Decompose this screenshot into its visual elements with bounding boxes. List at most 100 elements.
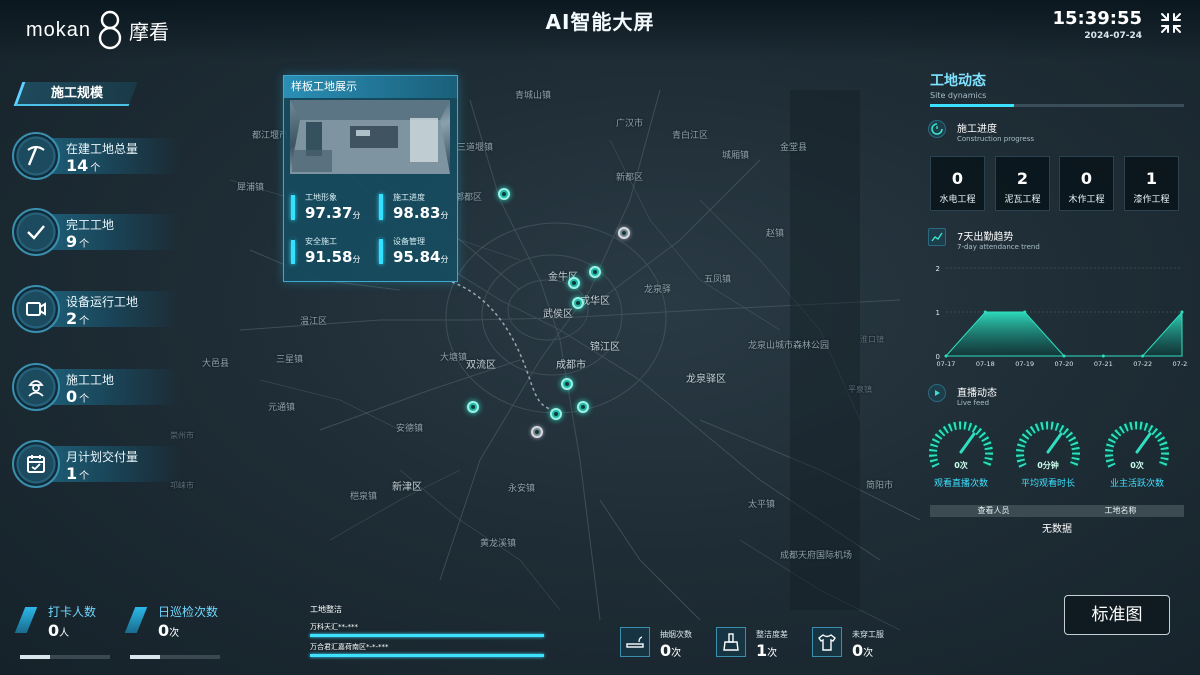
map-label: 锦江区: [590, 342, 620, 353]
stat-total-sites[interactable]: 在建工地总量 14 个: [12, 132, 180, 180]
stat-value: 2个: [66, 309, 90, 328]
x-tick-label: 07-22: [1133, 360, 1152, 368]
stat-value: 14 个: [66, 156, 101, 175]
attendance-chart[interactable]: 01207-1707-1807-1907-2007-2107-2207-23: [928, 258, 1188, 368]
gauge-live-views: 0次 观看直播次数: [926, 414, 996, 494]
site-marker[interactable]: [568, 277, 580, 289]
progress-icon: [928, 120, 946, 138]
exit-fullscreen-icon[interactable]: [1160, 12, 1182, 34]
play-icon: [928, 384, 946, 402]
map-label: 武侯区: [543, 309, 573, 320]
map-label: 太平镇: [748, 500, 776, 510]
stat-label: 设备运行工地: [66, 295, 139, 309]
stat-value: 0个: [66, 387, 90, 406]
clock: 15:39:55 2024-07-24: [1052, 8, 1142, 41]
data-point: [983, 310, 987, 314]
stat-monthly-delivery[interactable]: 月计划交付量 1个: [12, 440, 180, 488]
map-label: 青白江区: [672, 131, 709, 141]
site-dynamics-subtitle: Site dynamics: [930, 91, 987, 100]
map-label: 安德镇: [396, 424, 424, 434]
site-marker[interactable]: [572, 297, 584, 309]
section-title-construction-scale: 施工规模: [13, 82, 138, 106]
score-site-image: 工地形象 97.37分: [291, 192, 371, 232]
site-marker[interactable]: [498, 188, 510, 200]
map-label: 龙泉驿: [644, 285, 672, 295]
header: mokan 摩看 AI智能大屏 15:39:55 2024-07-24: [0, 0, 1200, 60]
x-tick-label: 07-20: [1055, 360, 1074, 368]
x-tick-label: 07-23: [1173, 360, 1188, 368]
stat-label: 在建工地总量: [66, 142, 139, 156]
x-tick-label: 07-17: [937, 360, 956, 368]
standard-map-button[interactable]: 标准图: [1064, 595, 1170, 635]
sample-site-title: 样板工地展示: [284, 76, 457, 98]
sample-site-card[interactable]: 样板工地展示 工地形象 97.37分 施工进度 98.83分 安全施工 91.5…: [283, 75, 458, 282]
map-label: 犀浦镇: [237, 183, 265, 193]
map-label: 大邑县: [202, 359, 230, 369]
site-marker[interactable]: [618, 227, 630, 239]
map-label: 温江区: [300, 317, 328, 327]
site-marker[interactable]: [467, 401, 479, 413]
map-label: 大塘镇: [440, 353, 468, 363]
map-label: 成都天府国际机场: [780, 551, 853, 561]
map-label: 广汉市: [616, 119, 644, 129]
progress-masonry[interactable]: 2 泥瓦工程: [995, 156, 1050, 211]
empty-state: 无数据: [1042, 524, 1072, 535]
map-label: 新都区: [616, 173, 644, 183]
progress-plumbing[interactable]: 0 水电工程: [930, 156, 985, 211]
y-tick-label: 1: [936, 309, 940, 317]
check-icon: [12, 208, 60, 256]
map-label: 成都市: [556, 360, 586, 371]
stat-label: 施工工地: [66, 373, 115, 387]
trend-icon: [928, 228, 946, 246]
x-tick-label: 07-19: [1015, 360, 1034, 368]
map-label: 龙泉山城市森林公园: [748, 341, 830, 351]
stat-value: 1个: [66, 464, 90, 483]
map-label: 平泉镇: [848, 385, 872, 394]
map-label: 赵镇: [766, 229, 785, 239]
data-point: [1023, 310, 1027, 314]
stat-label: 完工工地: [66, 218, 115, 232]
map-label: 城厢镇: [722, 151, 750, 161]
viewer-table-header: 查看人员 工地名称: [930, 505, 1184, 517]
broom-icon: [716, 627, 746, 657]
map-label: 三星镇: [276, 355, 304, 365]
title-underline: [930, 104, 1184, 107]
attendance-area: [944, 310, 1183, 357]
site-marker[interactable]: [531, 426, 543, 438]
map-label: 双流区: [466, 360, 496, 371]
stat-completed-sites[interactable]: 完工工地 9个: [12, 208, 180, 256]
stat-device-sites[interactable]: 设备运行工地 2个: [12, 285, 180, 333]
rectify-item[interactable]: 万科天汇**-***: [310, 622, 358, 632]
score-safety: 安全施工 91.58分: [291, 236, 371, 276]
gauge-owner-activity: 0次 业主活跃次数: [1102, 414, 1172, 494]
site-photo[interactable]: [290, 100, 450, 174]
uniform-icon: [812, 627, 842, 657]
data-point: [944, 354, 948, 358]
worker-icon: [12, 363, 60, 411]
rectify-bar: [310, 634, 544, 637]
y-tick-label: 2: [936, 265, 940, 273]
rectify-item[interactable]: 万合君汇嘉荷南区*-*-***: [310, 642, 389, 652]
map-label: 元通镇: [268, 403, 296, 413]
smoking-icon: [620, 627, 650, 657]
clock-date: 2024-07-24: [1084, 31, 1142, 41]
pickaxe-icon: [12, 132, 60, 180]
map-label: 青城山镇: [515, 91, 552, 101]
col-site-name: 工地名称: [1104, 506, 1137, 515]
data-point: [1101, 354, 1105, 358]
map-label: 简阳市: [866, 481, 894, 491]
progress-painting[interactable]: 1 漆作工程: [1124, 156, 1179, 211]
site-marker[interactable]: [589, 266, 601, 278]
progress-carpentry[interactable]: 0 木作工程: [1059, 156, 1114, 211]
map-label: 成华区: [580, 296, 610, 307]
site-marker[interactable]: [561, 378, 573, 390]
score-progress: 施工进度 98.83分: [379, 192, 459, 232]
x-tick-label: 07-18: [976, 360, 995, 368]
stat-working-sites[interactable]: 施工工地 0个: [12, 363, 180, 411]
data-point: [1141, 354, 1145, 358]
site-marker[interactable]: [577, 401, 589, 413]
map-label: 黄龙溪镇: [480, 539, 517, 549]
site-marker[interactable]: [550, 408, 562, 420]
stat-label: 月计划交付量: [66, 450, 139, 464]
map-label: 龙泉驿区: [686, 374, 726, 385]
